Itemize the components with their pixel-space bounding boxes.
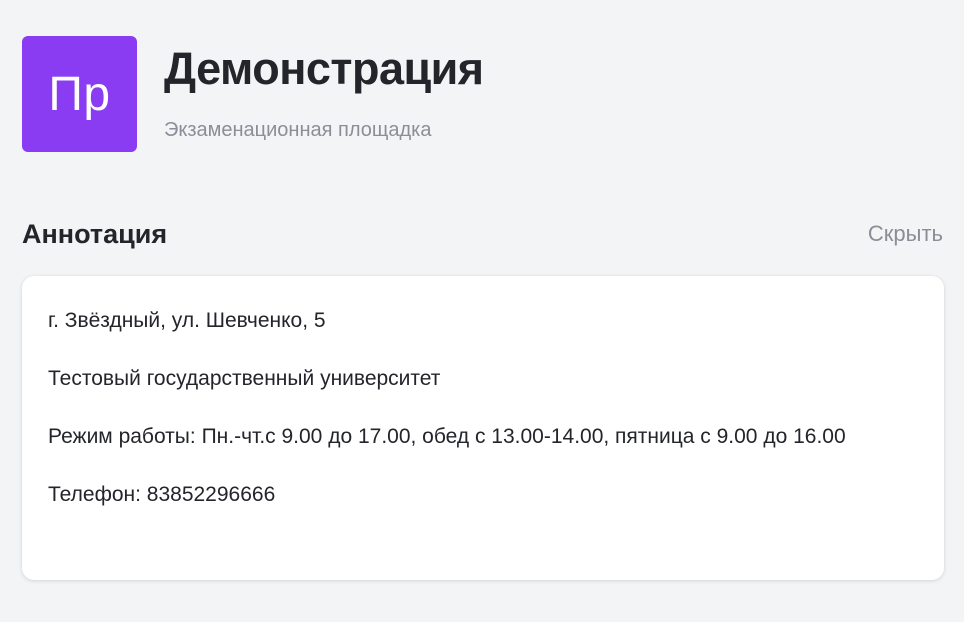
working-hours-text: Режим работы: Пн.-чт.с 9.00 до 17.00, об… bbox=[48, 425, 846, 448]
header-titles: Демонстрация Экзаменационная площадка bbox=[164, 36, 484, 142]
annotation-title: Аннотация bbox=[22, 218, 168, 249]
annotation-header: Аннотация Скрыть bbox=[22, 216, 943, 252]
avatar: Пр bbox=[22, 36, 137, 152]
page-subtitle: Экзаменационная площадка bbox=[164, 119, 432, 141]
annotation-card: г. Звёздный, ул. Шевченко, 5 Тестовый го… bbox=[22, 276, 944, 580]
organization-text: Тестовый государственный университет bbox=[48, 367, 441, 390]
page-header: Пр Демонстрация Экзаменационная площадка bbox=[22, 36, 484, 152]
hide-annotation-button[interactable]: Скрыть bbox=[868, 221, 943, 247]
address-text: г. Звёздный, ул. Шевченко, 5 bbox=[48, 309, 326, 332]
phone-text: Телефон: 83852296666 bbox=[48, 483, 276, 506]
page-title: Демонстрация bbox=[164, 43, 484, 94]
